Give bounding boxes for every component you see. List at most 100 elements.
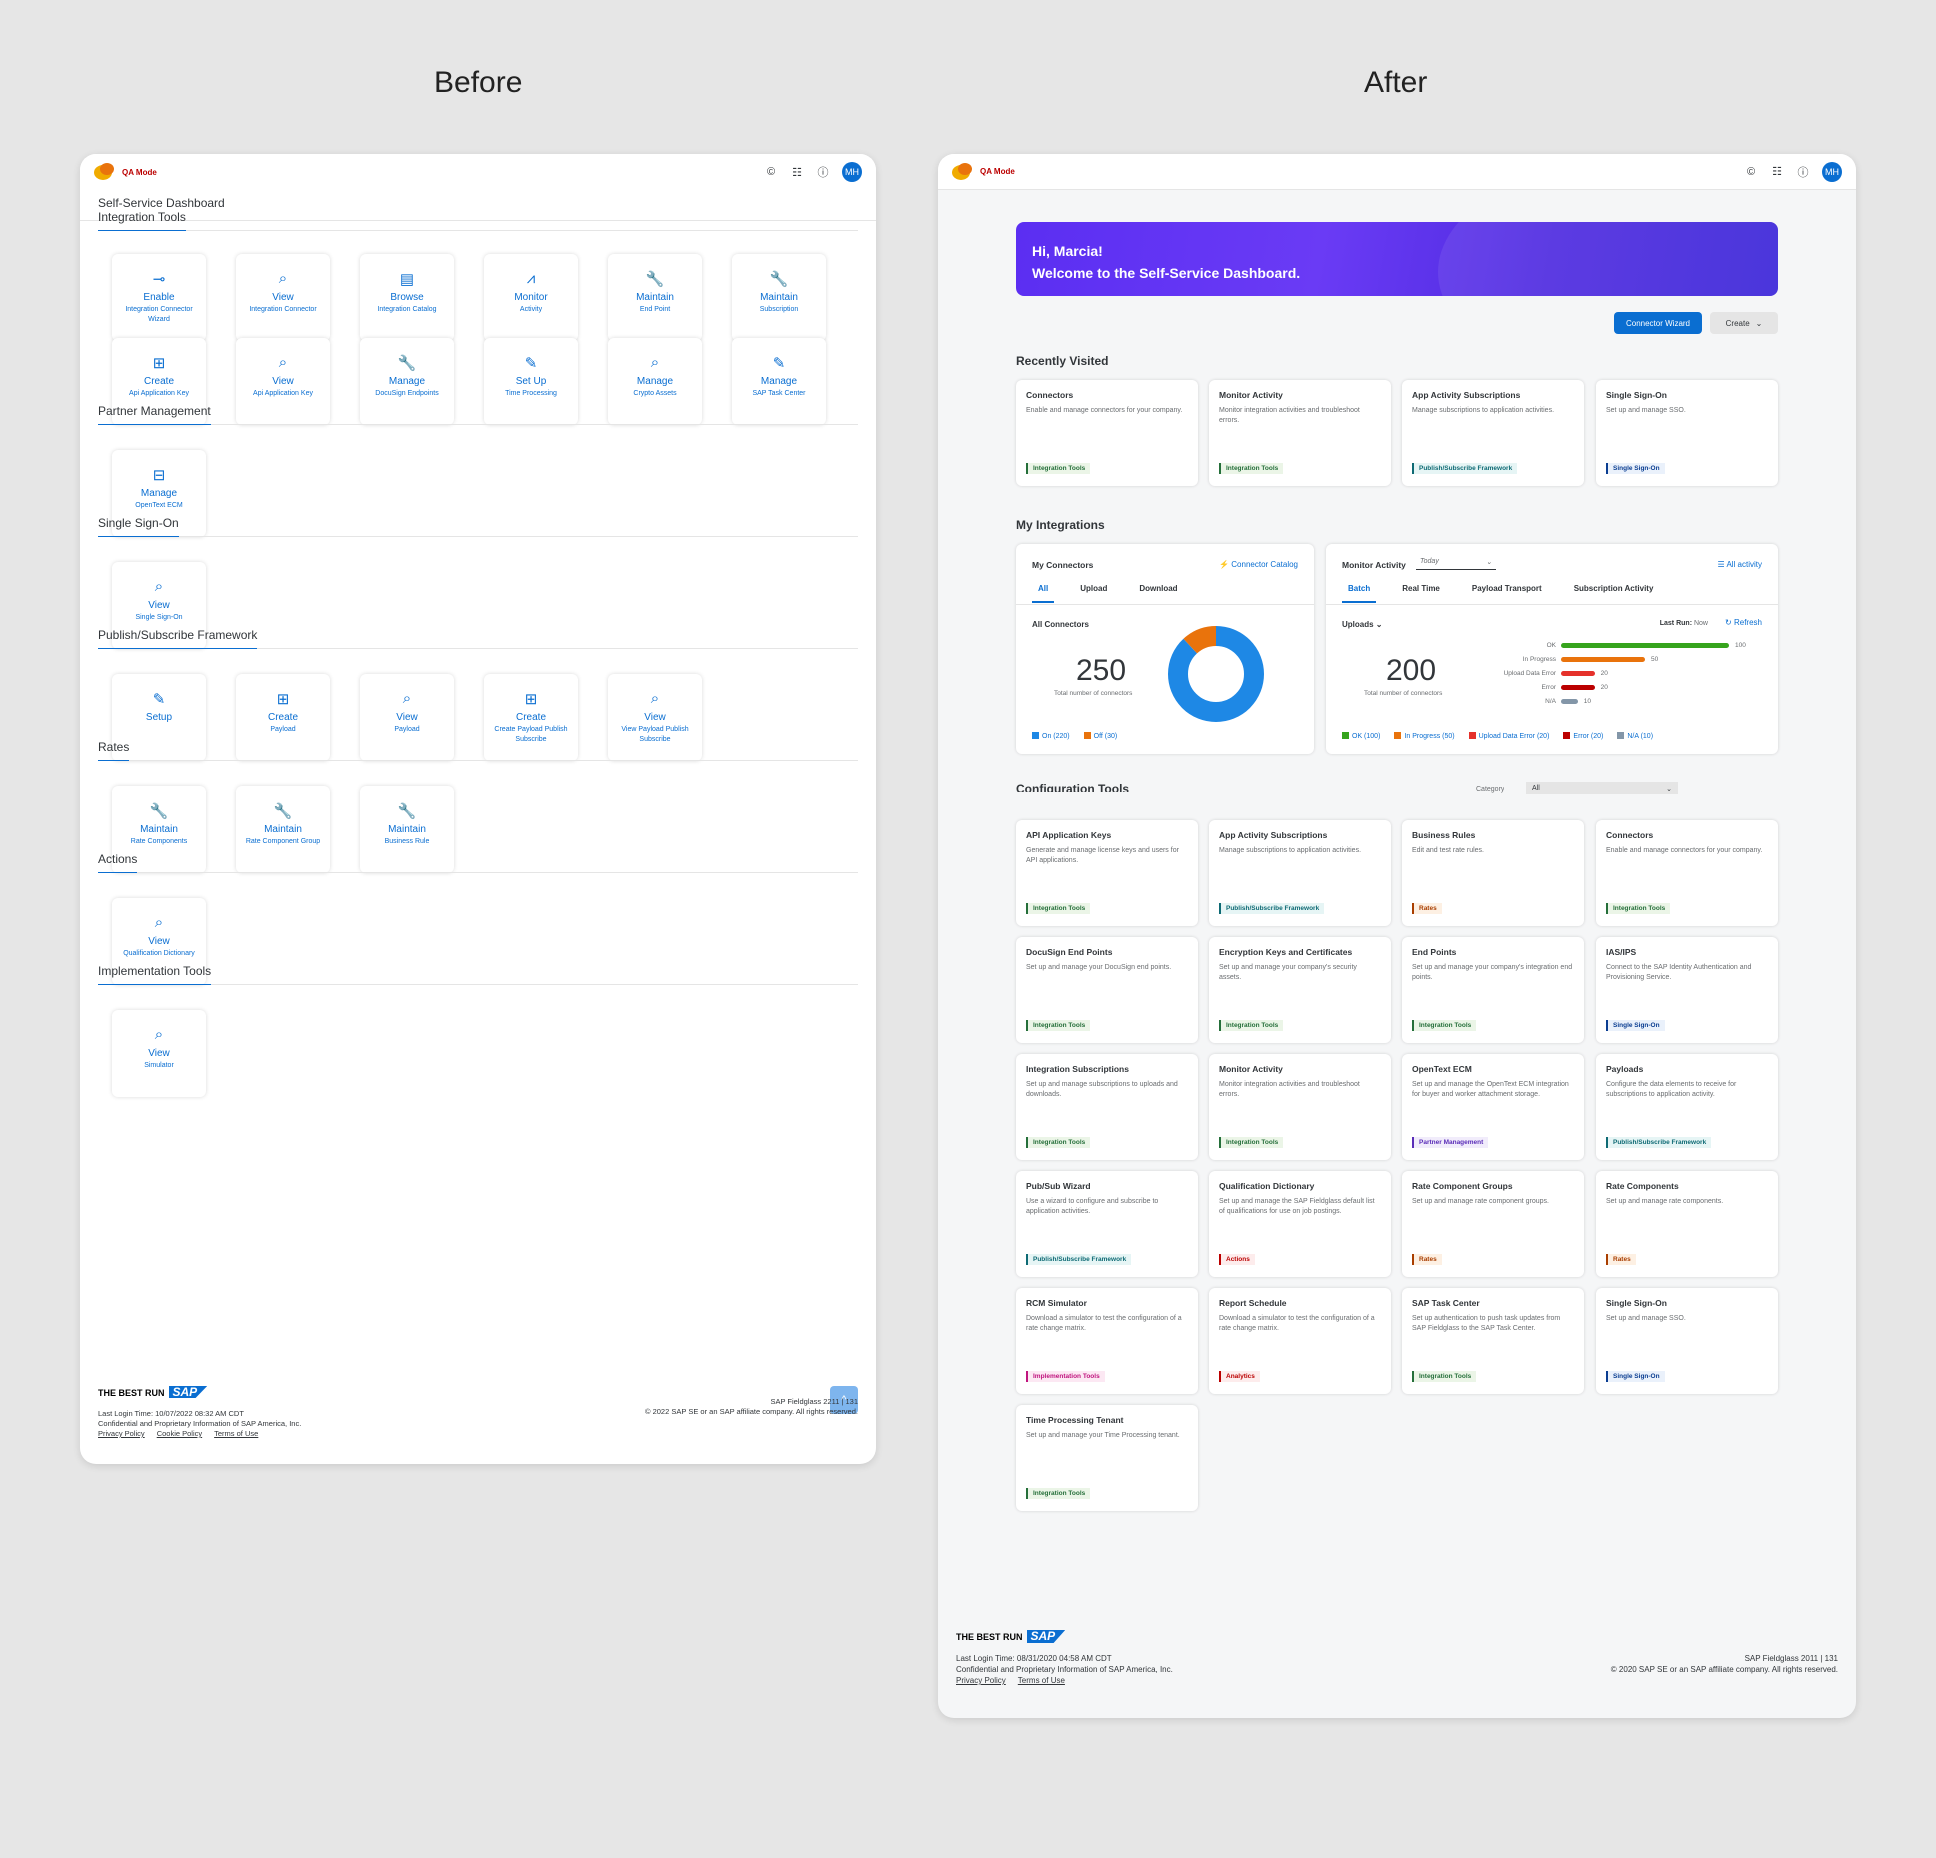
tile[interactable]: 🔧 Maintain Subscription	[732, 254, 826, 341]
tab-real-time[interactable]: Real Time	[1396, 584, 1446, 603]
copyright-icon[interactable]: ©	[1744, 166, 1758, 178]
chevron-down-icon: ⌄	[1666, 786, 1672, 793]
legend-swatch	[1394, 732, 1402, 739]
chevron-down-icon: ⌄	[1486, 559, 1492, 566]
card-description: Enable and manage connectors for your co…	[1606, 847, 1763, 854]
tool-card[interactable]: Pub/Sub Wizard Use a wizard to configure …	[1016, 1171, 1198, 1277]
tile[interactable]: ⌕ View Integration Connector	[236, 254, 330, 341]
all-activity-link[interactable]: ☰ All activity	[1717, 560, 1762, 569]
tab-download[interactable]: Download	[1133, 584, 1183, 603]
tool-card[interactable]: IAS/IPS Connect to the SAP Identity Authe…	[1596, 937, 1778, 1043]
card-description: Monitor integration activities and troub…	[1219, 1081, 1360, 1098]
total-label: Total number of connectors	[1364, 690, 1443, 697]
tool-card[interactable]: Rate Component Groups Set up and manage r…	[1402, 1171, 1584, 1277]
refresh-icon: ↻	[1725, 618, 1732, 627]
tab-upload[interactable]: Upload	[1074, 584, 1113, 603]
tool-card[interactable]: Connectors Enable and manage connectors f…	[1016, 380, 1198, 486]
tool-card[interactable]: Connectors Enable and manage connectors f…	[1596, 820, 1778, 926]
privacy-link[interactable]: Privacy Policy	[98, 1429, 145, 1438]
tab-all[interactable]: All	[1032, 584, 1055, 603]
my-connectors-widget: My Connectors ⚡ Connector Catalog All Up…	[1016, 544, 1314, 754]
tool-card[interactable]: Business Rules Edit and test rate rules. R…	[1402, 820, 1584, 926]
tile[interactable]: ⩘ Monitor Activity	[484, 254, 578, 341]
confidential-text: Confidential and Proprietary Information…	[98, 1419, 302, 1428]
category-tag: Analytics	[1219, 1371, 1260, 1382]
tool-card[interactable]: App Activity Subscriptions Manage subscri…	[1402, 380, 1584, 486]
category-tag: Integration Tools	[1219, 463, 1284, 474]
tool-card[interactable]: Time Processing Tenant Set up and manage …	[1016, 1405, 1198, 1511]
tool-card[interactable]: Payloads Configure the data elements to r…	[1596, 1054, 1778, 1160]
tool-card[interactable]: End Points Set up and manage your company…	[1402, 937, 1584, 1043]
tool-card[interactable]: Single Sign-On Set up and manage SSO. Sing…	[1596, 1288, 1778, 1394]
privacy-link[interactable]: Privacy Policy	[956, 1676, 1006, 1685]
tile[interactable]: ⊸ Enable Integration Connector Wizard	[112, 254, 206, 341]
legend-item: Error (20)	[1563, 732, 1603, 740]
period-select[interactable]: Today ⌄	[1416, 556, 1496, 570]
card-title: RCM Simulator	[1026, 1298, 1087, 1308]
tool-card[interactable]: DocuSign End Points Set up and manage you…	[1016, 937, 1198, 1043]
card-title: Qualification Dictionary	[1219, 1181, 1315, 1191]
company-logo[interactable]	[94, 163, 116, 181]
tool-card[interactable]: App Activity Subscriptions Manage subscri…	[1209, 820, 1391, 926]
refresh-button[interactable]: ↻ Refresh	[1725, 618, 1762, 627]
card-title: Connectors	[1606, 830, 1654, 840]
tool-card[interactable]: OpenText ECM Set up and manage the OpenTe…	[1402, 1054, 1584, 1160]
card-title: Connectors	[1026, 390, 1074, 400]
tool-card[interactable]: Monitor Activity Monitor integration acti…	[1209, 1054, 1391, 1160]
legend-swatch	[1342, 732, 1349, 739]
card-title: App Activity Subscriptions	[1412, 390, 1521, 400]
bar-row: Error 20	[1466, 684, 1608, 691]
widget-title: My Connectors	[1032, 560, 1094, 570]
tool-card[interactable]: Qualification Dictionary Set up and manag…	[1209, 1171, 1391, 1277]
wrench-icon: 🔧	[397, 803, 417, 820]
activity-total: 200	[1386, 654, 1437, 687]
tile-row: ⊸ Enable Integration Connector Wizard ⌕ View…	[112, 254, 826, 341]
card-title: Payloads	[1606, 1064, 1644, 1074]
terms-link[interactable]: Terms of Use	[214, 1429, 258, 1438]
tool-card[interactable]: Monitor Activity Monitor integration acti…	[1209, 380, 1391, 486]
cookie-link[interactable]: Cookie Policy	[157, 1429, 202, 1438]
tile[interactable]: 🔧 Maintain End Point	[608, 254, 702, 341]
tile-subtitle: Subscription	[759, 306, 799, 313]
avatar[interactable]: MH	[842, 162, 862, 182]
sap-logo: SAP	[1026, 1630, 1066, 1643]
connector-wizard-button[interactable]: Connector Wizard	[1614, 312, 1702, 334]
tile-title: Create	[267, 712, 298, 723]
confidential-text: Confidential and Proprietary Information…	[956, 1665, 1173, 1674]
tile-title: View	[644, 712, 666, 723]
company-logo[interactable]	[952, 162, 974, 181]
monitor-activity-widget: Monitor Activity Today ⌄ ☰ All activity B…	[1326, 544, 1778, 754]
avatar[interactable]: MH	[1822, 161, 1842, 182]
copyright-icon[interactable]: ©	[764, 166, 778, 178]
tab-subscription-activity[interactable]: Subscription Activity	[1568, 584, 1660, 603]
settings-sliders-icon[interactable]: ☷	[790, 166, 804, 179]
tool-card[interactable]: Rate Components Set up and manage rate co…	[1596, 1171, 1778, 1277]
uploads-dropdown[interactable]: Uploads ⌄	[1342, 620, 1383, 629]
connector-catalog-link[interactable]: ⚡ Connector Catalog	[1219, 560, 1298, 569]
terms-link[interactable]: Terms of Use	[1018, 1676, 1065, 1685]
tool-card[interactable]: Report Schedule Download a simulator to t…	[1209, 1288, 1391, 1394]
copyright-text: © 2020 SAP SE or an SAP affiliate compan…	[1610, 1665, 1838, 1674]
tile[interactable]: ▤ Browse Integration Catalog	[360, 254, 454, 341]
help-icon[interactable]: ⓘ	[816, 164, 830, 180]
settings-sliders-icon[interactable]: ☷	[1770, 165, 1784, 178]
tab-payload-transport[interactable]: Payload Transport	[1466, 584, 1548, 603]
tile[interactable]: ⌕ View Simulator	[112, 1010, 206, 1097]
tool-card[interactable]: Encryption Keys and Certificates Set up a…	[1209, 937, 1391, 1043]
category-select[interactable]: All ⌄	[1526, 782, 1678, 794]
help-icon[interactable]: ⓘ	[1796, 164, 1810, 180]
tool-card[interactable]: RCM Simulator Download a simulator to tes…	[1016, 1288, 1198, 1394]
tile-title: View	[396, 712, 418, 723]
tool-card[interactable]: Single Sign-On Set up and manage SSO. Sing…	[1596, 380, 1778, 486]
period-value: Today	[1420, 558, 1439, 565]
tab-batch[interactable]: Batch	[1342, 584, 1377, 603]
card-description: Monitor integration activities and troub…	[1219, 407, 1360, 424]
tool-card[interactable]: Integration Subscriptions Set up and mana…	[1016, 1054, 1198, 1160]
create-dropdown-button[interactable]: Create ⌄	[1710, 312, 1778, 334]
tool-card[interactable]: SAP Task Center Set up authentication to …	[1402, 1288, 1584, 1394]
card-description: Set up and manage SSO.	[1606, 407, 1686, 414]
category-tag: Publish/Subscribe Framework	[1219, 903, 1325, 914]
tool-card[interactable]: API Application Keys Generate and manage …	[1016, 820, 1198, 926]
category-tag: Publish/Subscribe Framework	[1606, 1137, 1712, 1148]
top-bar: QA Mode © ☷ ⓘ MH	[80, 154, 876, 190]
